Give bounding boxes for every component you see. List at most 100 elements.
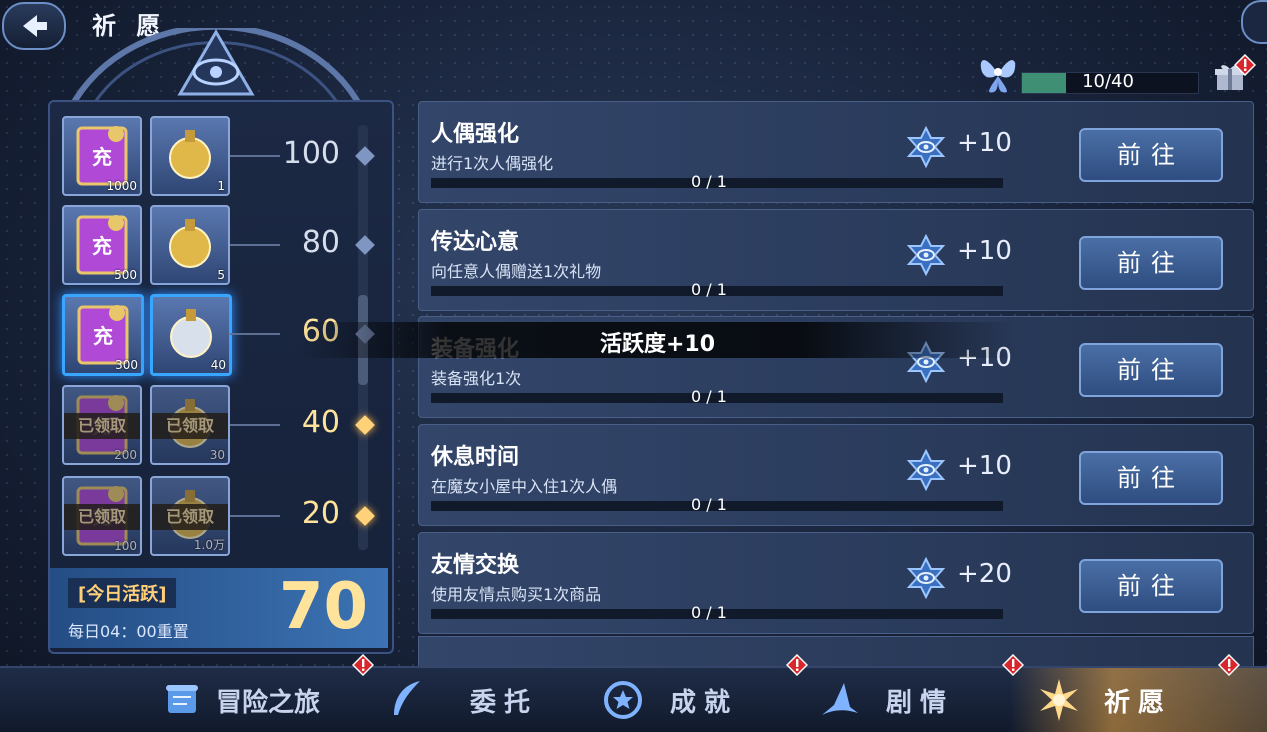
task-card: 休息时间 在魔女小屋中入住1次人偶 0 / 1 +10 前往 bbox=[418, 424, 1254, 526]
task-progress-count: 0 / 1 bbox=[691, 172, 727, 191]
task-title: 休息时间 bbox=[431, 445, 520, 470]
reward-item-qty: 40 bbox=[210, 358, 226, 372]
task-progress-count: 0 / 1 bbox=[691, 495, 727, 514]
go-button[interactable]: 前往 bbox=[1079, 559, 1223, 613]
recharge-card-icon: 充 bbox=[76, 486, 128, 546]
nav-achievement-tab[interactable]: 成就 bbox=[600, 668, 810, 732]
today-activity-label: [今日活跃] bbox=[68, 578, 177, 608]
nav-achievement-label: 成就 bbox=[670, 687, 739, 718]
recharge-card-glyph: 充 bbox=[92, 234, 112, 258]
today-activity-panel: [今日活跃] 每日04：00重置 70 bbox=[50, 568, 388, 648]
reward-row: 充 500 5 80 bbox=[62, 205, 392, 285]
milestone-value: 20 bbox=[301, 496, 340, 531]
task-points: +20 bbox=[957, 559, 1012, 589]
nav-commission-tab[interactable]: 委托 bbox=[384, 668, 594, 732]
reward-item[interactable]: 1.0万 已领取 bbox=[150, 476, 230, 556]
reward-item-qty: 5 bbox=[217, 268, 225, 282]
activity-tooltip-text: 活跃度+10 bbox=[600, 332, 716, 357]
task-progress-count: 0 / 1 bbox=[691, 280, 727, 299]
eye-star-icon bbox=[906, 449, 946, 491]
reward-row: 充 1000 1 100 bbox=[62, 116, 392, 196]
task-points: +10 bbox=[957, 128, 1012, 158]
reward-item[interactable]: 1 bbox=[150, 116, 230, 196]
go-button[interactable]: 前往 bbox=[1079, 236, 1223, 290]
go-button[interactable]: 前往 bbox=[1079, 128, 1223, 182]
milestone-tick bbox=[230, 333, 280, 335]
nav-alert-icon bbox=[1002, 654, 1024, 676]
reward-item[interactable]: 40 bbox=[150, 294, 232, 376]
reward-item[interactable]: 充 100 已领取 bbox=[62, 476, 142, 556]
daily-progress-text: 10/40 bbox=[1082, 71, 1134, 92]
nav-alert-icon bbox=[1218, 654, 1240, 676]
task-card: 人偶强化 进行1次人偶强化 0 / 1 +10 前往 bbox=[418, 101, 1254, 203]
reward-item[interactable]: 5 bbox=[150, 205, 230, 285]
reward-item-qty: 1 bbox=[217, 179, 225, 193]
reward-item-qty: 1.0万 bbox=[193, 538, 225, 552]
reward-item-icon bbox=[169, 490, 211, 539]
task-progress-count: 0 / 1 bbox=[691, 603, 727, 622]
go-button[interactable]: 前往 bbox=[1079, 343, 1223, 397]
reward-item[interactable]: 充 1000 bbox=[62, 116, 142, 196]
reward-item[interactable]: 充 300 bbox=[62, 294, 144, 376]
nav-adventure-label: 冒险之旅 bbox=[216, 687, 321, 718]
milestone-diamond-icon bbox=[355, 506, 375, 526]
reward-item-qty: 30 bbox=[209, 448, 225, 462]
task-points: +10 bbox=[957, 236, 1012, 266]
task-title: 友情交换 bbox=[431, 553, 520, 578]
sun-star-icon bbox=[1040, 679, 1078, 721]
go-button[interactable]: 前往 bbox=[1079, 451, 1223, 505]
milestone-tick bbox=[230, 244, 280, 246]
milestone-diamond-icon bbox=[355, 415, 375, 435]
today-activity-value: 70 bbox=[278, 570, 368, 644]
reward-item[interactable]: 30 已领取 bbox=[150, 385, 230, 465]
milestone-value: 40 bbox=[301, 405, 340, 440]
milestone-diamond-icon bbox=[355, 146, 375, 166]
reward-item-qty: 300 bbox=[115, 358, 138, 372]
task-description: 使用友情点购买1次商品 bbox=[431, 585, 602, 604]
nav-adventure-tab[interactable]: 冒险之旅 bbox=[160, 668, 390, 732]
task-points: +10 bbox=[957, 451, 1012, 481]
reward-item-qty: 200 bbox=[114, 448, 137, 462]
recharge-card-glyph: 充 bbox=[92, 505, 112, 529]
task-description: 进行1次人偶强化 bbox=[431, 154, 554, 173]
feather-quill-icon bbox=[394, 681, 420, 715]
reward-item[interactable]: 充 500 bbox=[62, 205, 142, 285]
bottom-navigation: 冒险之旅 委托 成就 剧情 祈愿 bbox=[0, 666, 1267, 732]
reset-time-text: 每日04：00重置 bbox=[68, 622, 189, 641]
nav-story-label: 剧情 bbox=[886, 687, 955, 718]
fairy-icon bbox=[980, 60, 1016, 93]
task-title: 人偶强化 bbox=[431, 122, 520, 147]
task-description: 装备强化1次 bbox=[431, 369, 522, 388]
nav-wish-tab[interactable]: 祈愿 bbox=[1010, 668, 1267, 732]
claimed-badge: 已领取 bbox=[152, 504, 228, 530]
milestone-value: 80 bbox=[301, 225, 340, 260]
witch-hat-icon bbox=[822, 683, 858, 715]
eye-star-icon bbox=[906, 126, 946, 168]
reward-item[interactable]: 充 200 已领取 bbox=[62, 385, 142, 465]
eye-star-icon bbox=[906, 557, 946, 599]
recharge-card-glyph: 充 bbox=[93, 324, 113, 348]
task-description: 向任意人偶赠送1次礼物 bbox=[431, 262, 602, 281]
reward-row: 充 100 已领取 1.0万 已领取 20 bbox=[62, 476, 392, 556]
recharge-card-glyph: 充 bbox=[92, 414, 112, 438]
recharge-card-icon: 充 bbox=[76, 395, 128, 455]
reward-item-qty: 100 bbox=[114, 539, 137, 553]
reward-item-qty: 1000 bbox=[106, 179, 137, 193]
task-progress-count: 0 / 1 bbox=[691, 387, 727, 406]
scroll-map-icon bbox=[166, 685, 198, 713]
eye-star-icon bbox=[906, 234, 946, 276]
nav-story-tab[interactable]: 剧情 bbox=[816, 668, 1016, 732]
reward-row: 充 200 已领取 30 已领取 40 bbox=[62, 385, 392, 465]
medal-star-icon bbox=[604, 681, 642, 719]
task-card: 友情交换 使用友情点购买1次商品 0 / 1 +20 前往 bbox=[418, 532, 1254, 634]
task-title: 传达心意 bbox=[431, 230, 520, 255]
back-arrow-icon bbox=[23, 15, 47, 37]
task-card-partial bbox=[418, 636, 1254, 668]
claimed-badge: 已领取 bbox=[64, 413, 140, 439]
nav-wish-label: 祈愿 bbox=[1104, 687, 1173, 718]
reward-item-icon bbox=[169, 399, 211, 448]
reward-item-qty: 500 bbox=[114, 268, 137, 282]
nav-alert-icon bbox=[786, 654, 808, 676]
milestone-tick bbox=[230, 424, 280, 426]
claimed-badge: 已领取 bbox=[152, 413, 228, 439]
